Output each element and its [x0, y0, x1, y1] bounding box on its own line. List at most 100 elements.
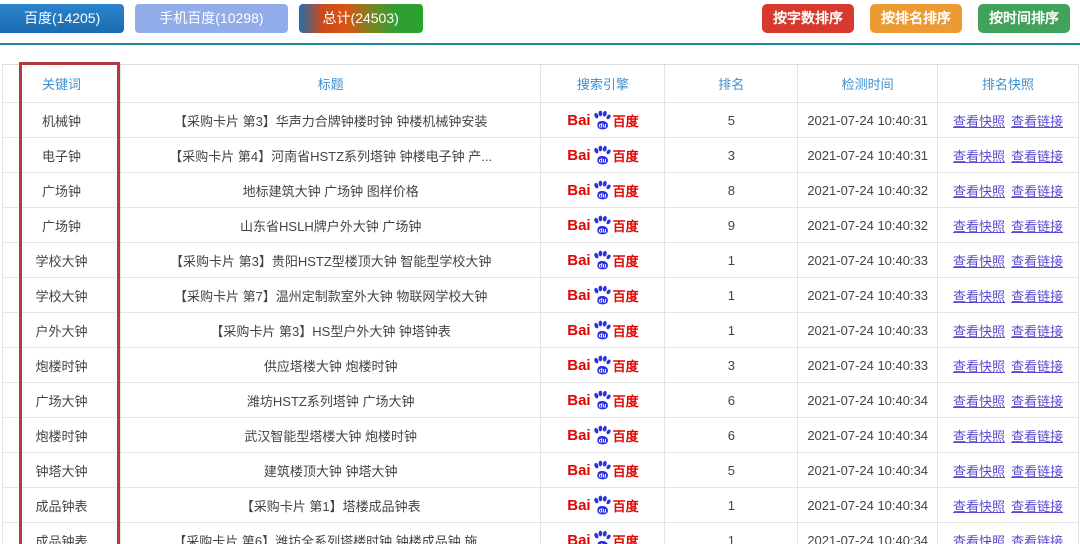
- svg-text:du: du: [598, 403, 606, 410]
- view-snapshot-link[interactable]: 查看快照: [953, 286, 1005, 305]
- snapshot-cell: 查看快照 查看链接: [938, 313, 1079, 347]
- svg-text:du: du: [598, 333, 606, 340]
- view-url-link[interactable]: 查看链接: [1011, 531, 1063, 544]
- view-url-link[interactable]: 查看链接: [1011, 251, 1063, 270]
- engine-cell: Bai du 百度: [541, 453, 665, 487]
- baidu-logo-bai-text: Bai: [567, 497, 590, 514]
- view-snapshot-link[interactable]: 查看快照: [953, 426, 1005, 445]
- rank-cell: 1: [665, 243, 798, 277]
- svg-text:du: du: [598, 158, 606, 165]
- rank-table: 关键词 标题 搜索引擎 排名 检测时间 排名快照 机械钟 【采购卡片 第3】华声…: [2, 64, 1079, 544]
- baidu-logo-bai-text: Bai: [567, 147, 590, 164]
- header-title: 标题: [121, 65, 542, 102]
- view-url-link[interactable]: 查看链接: [1011, 496, 1063, 515]
- view-url-link[interactable]: 查看链接: [1011, 461, 1063, 480]
- baidu-paw-icon: du: [592, 390, 612, 410]
- time-cell: 2021-07-24 10:40:34: [798, 453, 938, 487]
- tab-total[interactable]: 总计(24503): [299, 4, 423, 33]
- view-snapshot-link[interactable]: 查看快照: [953, 181, 1005, 200]
- rank-cell: 1: [665, 278, 798, 312]
- snapshot-cell: 查看快照 查看链接: [938, 418, 1079, 452]
- header-snapshot: 排名快照: [938, 65, 1079, 102]
- view-url-link[interactable]: 查看链接: [1011, 146, 1063, 165]
- view-snapshot-link[interactable]: 查看快照: [953, 461, 1005, 480]
- rank-cell: 5: [665, 453, 798, 487]
- engine-cell: Bai du 百度: [541, 383, 665, 417]
- svg-text:du: du: [598, 508, 606, 515]
- view-snapshot-link[interactable]: 查看快照: [953, 146, 1005, 165]
- snapshot-cell: 查看快照 查看链接: [938, 348, 1079, 382]
- view-url-link[interactable]: 查看链接: [1011, 111, 1063, 130]
- baidu-paw-icon: du: [592, 530, 612, 544]
- view-snapshot-link[interactable]: 查看快照: [953, 356, 1005, 375]
- baidu-logo-icon: Bai du 百度: [567, 425, 638, 445]
- keyword-cell: 成品钟表: [3, 488, 121, 522]
- sort-by-rank-button[interactable]: 按排名排序: [870, 4, 962, 33]
- baidu-logo-icon: Bai du 百度: [567, 285, 638, 305]
- keyword-cell: 广场钟: [3, 173, 121, 207]
- snapshot-cell: 查看快照 查看链接: [938, 488, 1079, 522]
- baidu-logo-bai-text: Bai: [567, 462, 590, 479]
- baidu-paw-icon: du: [592, 250, 612, 270]
- svg-text:du: du: [598, 228, 606, 235]
- engine-cell: Bai du 百度: [541, 278, 665, 312]
- view-snapshot-link[interactable]: 查看快照: [953, 321, 1005, 340]
- sort-by-time-button[interactable]: 按时间排序: [978, 4, 1070, 33]
- view-snapshot-link[interactable]: 查看快照: [953, 531, 1005, 544]
- baidu-logo-cn-text: 百度: [613, 461, 639, 480]
- view-snapshot-link[interactable]: 查看快照: [953, 496, 1005, 515]
- svg-text:du: du: [598, 473, 606, 480]
- view-url-link[interactable]: 查看链接: [1011, 321, 1063, 340]
- view-url-link[interactable]: 查看链接: [1011, 216, 1063, 235]
- view-snapshot-link[interactable]: 查看快照: [953, 216, 1005, 235]
- baidu-logo-cn-text: 百度: [613, 181, 639, 200]
- engine-cell: Bai du 百度: [541, 173, 665, 207]
- keyword-cell: 炮楼时钟: [3, 418, 121, 452]
- baidu-logo-icon: Bai du 百度: [567, 180, 638, 200]
- header-time: 检测时间: [798, 65, 938, 102]
- keyword-cell: 炮楼时钟: [3, 348, 121, 382]
- engine-cell: Bai du 百度: [541, 103, 665, 137]
- view-url-link[interactable]: 查看链接: [1011, 356, 1063, 375]
- baidu-paw-icon: du: [592, 460, 612, 480]
- svg-text:du: du: [598, 263, 606, 270]
- title-cell: 【采购卡片 第7】温州定制款室外大钟 物联网学校大钟: [121, 278, 542, 312]
- rank-cell: 5: [665, 103, 798, 137]
- baidu-logo-bai-text: Bai: [567, 427, 590, 444]
- keyword-cell: 广场大钟: [3, 383, 121, 417]
- table-row: 成品钟表 【采购卡片 第1】塔楼成品钟表 Bai du 百度 1 2021-07…: [3, 488, 1079, 523]
- time-cell: 2021-07-24 10:40:34: [798, 418, 938, 452]
- view-snapshot-link[interactable]: 查看快照: [953, 111, 1005, 130]
- keyword-cell: 成品钟表: [3, 523, 121, 544]
- baidu-logo-cn-text: 百度: [613, 496, 639, 515]
- table-row: 广场大钟 潍坊HSTZ系列塔钟 广场大钟 Bai du 百度 6 2021-07…: [3, 383, 1079, 418]
- engine-cell: Bai du 百度: [541, 418, 665, 452]
- tab-mobile-baidu[interactable]: 手机百度(10298): [135, 4, 287, 33]
- table-row: 学校大钟 【采购卡片 第7】温州定制款室外大钟 物联网学校大钟 Bai du 百…: [3, 278, 1079, 313]
- baidu-paw-icon: du: [592, 145, 612, 165]
- view-url-link[interactable]: 查看链接: [1011, 391, 1063, 410]
- keyword-cell: 广场钟: [3, 208, 121, 242]
- engine-cell: Bai du 百度: [541, 208, 665, 242]
- title-cell: 【采购卡片 第6】潍坊全系列塔楼时钟 钟楼成品钟 施...: [121, 523, 542, 544]
- baidu-logo-icon: Bai du 百度: [567, 215, 638, 235]
- time-cell: 2021-07-24 10:40:34: [798, 523, 938, 544]
- baidu-logo-icon: Bai du 百度: [567, 320, 638, 340]
- teal-divider-line: [0, 43, 1080, 45]
- baidu-paw-icon: du: [592, 320, 612, 340]
- table-row: 炮楼时钟 供应塔楼大钟 炮楼时钟 Bai du 百度 3 2021-07-24 …: [3, 348, 1079, 383]
- baidu-paw-icon: du: [592, 285, 612, 305]
- view-url-link[interactable]: 查看链接: [1011, 426, 1063, 445]
- view-snapshot-link[interactable]: 查看快照: [953, 251, 1005, 270]
- view-url-link[interactable]: 查看链接: [1011, 181, 1063, 200]
- view-url-link[interactable]: 查看链接: [1011, 286, 1063, 305]
- view-snapshot-link[interactable]: 查看快照: [953, 391, 1005, 410]
- baidu-logo-icon: Bai du 百度: [567, 145, 638, 165]
- baidu-logo-cn-text: 百度: [613, 111, 639, 130]
- table-row: 广场钟 山东省HSLH牌户外大钟 广场钟 Bai du 百度 9 2021-07…: [3, 208, 1079, 243]
- engine-cell: Bai du 百度: [541, 243, 665, 277]
- sort-by-wordcount-button[interactable]: 按字数排序: [762, 4, 854, 33]
- time-cell: 2021-07-24 10:40:33: [798, 313, 938, 347]
- keyword-cell: 机械钟: [3, 103, 121, 137]
- tab-baidu[interactable]: 百度(14205): [0, 4, 124, 33]
